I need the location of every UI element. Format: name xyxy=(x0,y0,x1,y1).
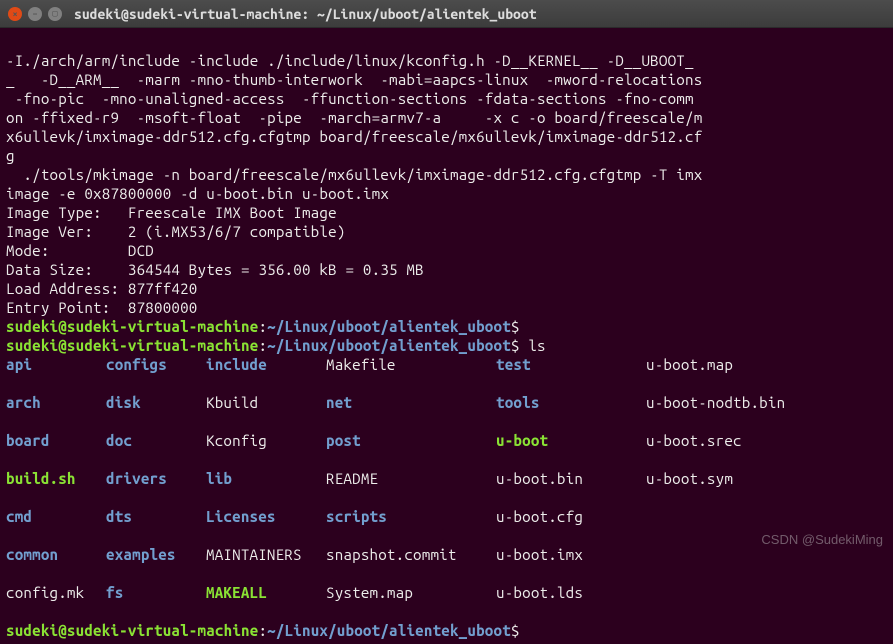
output-line: x6ullevk/imximage-ddr512.cfg.cfgtmp boar… xyxy=(6,128,702,145)
ls-file: u-boot.lds xyxy=(496,583,646,602)
terminal-area[interactable]: -I./arch/arm/include -include ./include/… xyxy=(0,28,893,644)
ls-file: u-boot.srec xyxy=(646,431,796,450)
output-line: -fno-pic -mno-unaligned-access -ffunctio… xyxy=(6,90,694,107)
ls-exec: build.sh xyxy=(6,469,106,488)
output-line: Image Type: Freescale IMX Boot Image xyxy=(6,204,337,221)
ls-dir: api xyxy=(6,355,106,374)
ls-file: u-boot.sym xyxy=(646,469,796,488)
command-ls: ls xyxy=(520,337,546,354)
prompt-path: ~/Linux/uboot/alientek_uboot xyxy=(267,318,511,335)
output-line: image -e 0x87800000 -d u-boot.bin u-boot… xyxy=(6,185,389,202)
ls-dir: board xyxy=(6,431,106,450)
window-title: sudeki@sudeki-virtual-machine: ~/Linux/u… xyxy=(74,6,537,22)
ls-exec: MAKEALL xyxy=(206,583,326,602)
ls-file: README xyxy=(326,469,496,488)
ls-file: Kbuild xyxy=(206,393,326,412)
ls-file: config.mk xyxy=(6,583,106,602)
ls-file xyxy=(646,507,796,526)
ls-row: archdiskKbuildnettoolsu-boot-nodtb.bin xyxy=(6,393,887,412)
output-line: Data Size: 364544 Bytes = 356.00 kB = 0.… xyxy=(6,261,424,278)
ls-dir: arch xyxy=(6,393,106,412)
output-line: on -ffixed-r9 -msoft-float -pipe -march=… xyxy=(6,109,702,126)
ls-file: System.map xyxy=(326,583,496,602)
output-line: Mode: DCD xyxy=(6,242,154,259)
ls-file xyxy=(646,545,796,564)
ls-file: u-boot-nodtb.bin xyxy=(646,393,796,412)
watermark: CSDN @SudekiMing xyxy=(761,532,883,547)
ls-dir: net xyxy=(326,393,496,412)
ls-dir: Licenses xyxy=(206,507,326,526)
close-icon[interactable]: × xyxy=(8,7,22,21)
ls-dir: fs xyxy=(106,583,206,602)
output-line: _ -D__ARM__ -marm -mno-thumb-interwork -… xyxy=(6,71,702,88)
ls-file: MAINTAINERS xyxy=(206,545,326,564)
prompt-sep: : xyxy=(258,318,267,335)
prompt-sep: : xyxy=(258,337,267,354)
ls-exec: u-boot xyxy=(496,431,646,450)
prompt-user: sudeki@sudeki-virtual-machine xyxy=(6,318,258,335)
ls-dir: post xyxy=(326,431,496,450)
output-line: Load Address: 877ff420 xyxy=(6,280,198,297)
ls-file: u-boot.bin xyxy=(496,469,646,488)
prompt-dollar: $ xyxy=(511,318,520,335)
titlebar: × – ▢ sudeki@sudeki-virtual-machine: ~/L… xyxy=(0,0,893,28)
ls-dir: scripts xyxy=(326,507,496,526)
minimize-icon[interactable]: – xyxy=(28,7,42,21)
ls-dir: disk xyxy=(106,393,206,412)
ls-dir: tools xyxy=(496,393,646,412)
prompt-user: sudeki@sudeki-virtual-machine xyxy=(6,622,258,639)
ls-file: u-boot.map xyxy=(646,355,796,374)
ls-row: config.mkfsMAKEALLSystem.mapu-boot.lds xyxy=(6,583,887,602)
ls-dir: test xyxy=(496,355,646,374)
ls-dir: common xyxy=(6,545,106,564)
ls-dir: drivers xyxy=(106,469,206,488)
ls-dir: lib xyxy=(206,469,326,488)
ls-row: boarddocKconfigpostu-bootu-boot.srec xyxy=(6,431,887,450)
ls-file: u-boot.imx xyxy=(496,545,646,564)
window-controls: × – ▢ xyxy=(8,7,62,21)
ls-dir: include xyxy=(206,355,326,374)
output-line: -I./arch/arm/include -include ./include/… xyxy=(6,52,694,69)
output-line: Image Ver: 2 (i.MX53/6/7 compatible) xyxy=(6,223,346,240)
ls-row: apiconfigsincludeMakefiletestu-boot.map xyxy=(6,355,887,374)
maximize-icon[interactable]: ▢ xyxy=(48,7,62,21)
output-line: Entry Point: 87800000 xyxy=(6,299,198,316)
prompt-user: sudeki@sudeki-virtual-machine xyxy=(6,337,258,354)
ls-file: Makefile xyxy=(326,355,496,374)
ls-file: snapshot.commit xyxy=(326,545,496,564)
ls-dir: configs xyxy=(106,355,206,374)
ls-dir: examples xyxy=(106,545,206,564)
prompt-dollar: $ xyxy=(511,337,520,354)
ls-file xyxy=(646,583,796,602)
ls-dir: dts xyxy=(106,507,206,526)
output-line: g xyxy=(6,147,15,164)
prompt-path: ~/Linux/uboot/alientek_uboot xyxy=(267,622,511,639)
ls-file: Kconfig xyxy=(206,431,326,450)
ls-row: cmddtsLicensesscriptsu-boot.cfg xyxy=(6,507,887,526)
ls-file: u-boot.cfg xyxy=(496,507,646,526)
prompt-sep: : xyxy=(258,622,267,639)
output-line: ./tools/mkimage -n board/freescale/mx6ul… xyxy=(6,166,702,183)
ls-dir: doc xyxy=(106,431,206,450)
ls-row: commonexamplesMAINTAINERSsnapshot.commit… xyxy=(6,545,887,564)
ls-dir: cmd xyxy=(6,507,106,526)
ls-row: build.shdriverslibREADMEu-boot.binu-boot… xyxy=(6,469,887,488)
prompt-path: ~/Linux/uboot/alientek_uboot xyxy=(267,337,511,354)
prompt-dollar: $ xyxy=(511,622,520,639)
